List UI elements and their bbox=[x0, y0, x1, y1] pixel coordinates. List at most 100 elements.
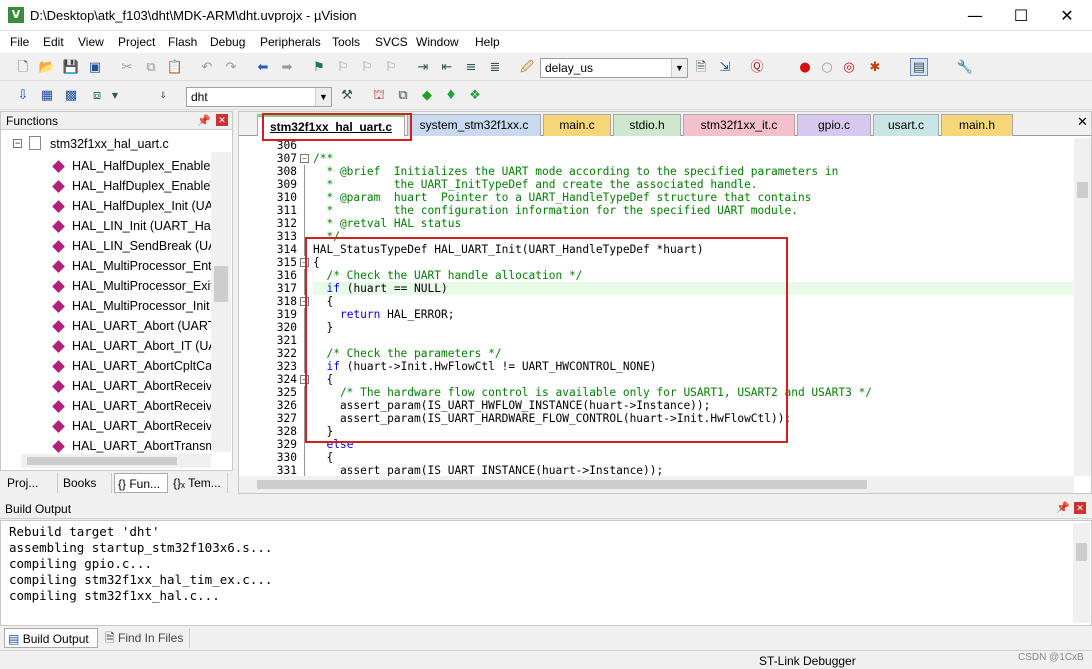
cut-icon[interactable]: ✂ bbox=[118, 59, 136, 77]
disable-breakpoint-icon[interactable]: ○ bbox=[818, 59, 836, 77]
function-list-item[interactable]: HAL_UART_AbortReceive bbox=[1, 416, 213, 436]
window-layout-icon[interactable]: ▤ bbox=[910, 58, 928, 76]
functions-root-file[interactable]: stm32f1xx_hal_uart.c bbox=[50, 137, 169, 151]
batch-build-icon[interactable]: ⧈ bbox=[88, 87, 106, 105]
navigate-back-icon[interactable]: ⬅ bbox=[254, 59, 272, 77]
chevron-down-icon[interactable]: ▼ bbox=[315, 88, 331, 106]
functions-vertical-scrollbar[interactable] bbox=[211, 152, 231, 452]
clear-bookmarks-icon[interactable]: ⚐ bbox=[382, 59, 400, 77]
indent-icon[interactable]: ⇥ bbox=[414, 59, 432, 77]
bookmark-icon[interactable]: ⚑ bbox=[310, 59, 328, 77]
close-icon[interactable]: ✕ bbox=[216, 114, 228, 126]
function-list-item[interactable]: HAL_HalfDuplex_Init (UA bbox=[1, 196, 213, 216]
close-icon[interactable]: ✕ bbox=[1077, 115, 1088, 130]
function-list-item[interactable]: HAL_UART_AbortReceive bbox=[1, 376, 213, 396]
uncomment-icon[interactable]: ≣ bbox=[486, 59, 504, 77]
scroll-thumb[interactable] bbox=[257, 480, 867, 489]
tab-find-in-files[interactable]: 🗎 Find In Files bbox=[102, 628, 190, 648]
function-list-item[interactable]: HAL_UART_AbortTransm bbox=[1, 436, 213, 456]
breakpoint-icon[interactable]: ● bbox=[796, 59, 814, 77]
menu-edit[interactable]: Edit bbox=[43, 35, 64, 49]
menu-window[interactable]: Window bbox=[416, 35, 459, 49]
menu-peripherals[interactable]: Peripherals bbox=[260, 35, 321, 49]
open-folder-icon[interactable]: 📂 bbox=[38, 59, 56, 77]
scroll-thumb[interactable] bbox=[27, 457, 177, 465]
scroll-thumb[interactable] bbox=[1076, 543, 1087, 561]
tab-build-output[interactable]: ▤ Build Output bbox=[4, 628, 98, 648]
target-options-icon[interactable]: ⚒ bbox=[338, 87, 356, 105]
menu-tools[interactable]: Tools bbox=[332, 35, 360, 49]
file-tab[interactable]: stdio.h bbox=[613, 114, 681, 136]
find-icon[interactable]: 🗎 bbox=[692, 59, 710, 77]
collapse-icon[interactable]: − bbox=[13, 139, 22, 148]
file-tab[interactable]: usart.c bbox=[873, 114, 939, 136]
menu-view[interactable]: View bbox=[78, 35, 104, 49]
save-icon[interactable]: 💾 bbox=[62, 59, 80, 77]
function-list-item[interactable]: HAL_MultiProcessor_Init bbox=[1, 296, 213, 316]
editor-vertical-scrollbar[interactable] bbox=[1074, 138, 1091, 476]
unindent-icon[interactable]: ⇤ bbox=[438, 59, 456, 77]
new-file-icon[interactable]: 🗋 bbox=[14, 59, 32, 77]
close-icon[interactable]: ✕ bbox=[1074, 502, 1086, 514]
select-packs-icon[interactable]: ♦ bbox=[442, 87, 460, 105]
editor-horizontal-scrollbar[interactable] bbox=[239, 476, 1074, 493]
build-icon[interactable]: ▦ bbox=[38, 87, 56, 105]
scroll-thumb[interactable] bbox=[1077, 182, 1088, 198]
translate-icon[interactable]: ⇩ bbox=[14, 87, 32, 105]
menu-debug[interactable]: Debug bbox=[210, 35, 245, 49]
minimize-button[interactable]: — bbox=[952, 0, 998, 31]
paste-icon[interactable]: 📋 bbox=[166, 59, 184, 77]
fold-toggle-icon[interactable]: − bbox=[300, 154, 309, 163]
function-list-item[interactable]: HAL_HalfDuplex_EnableT bbox=[1, 176, 213, 196]
debug-session-icon[interactable]: Ⓠ bbox=[748, 59, 766, 77]
function-list-item[interactable]: HAL_UART_AbortCpltCal bbox=[1, 356, 213, 376]
comment-icon[interactable]: ≡ bbox=[462, 59, 480, 77]
function-list-item[interactable]: HAL_UART_Abort (UART bbox=[1, 316, 213, 336]
scroll-thumb[interactable] bbox=[214, 266, 228, 302]
redo-icon[interactable]: ↷ bbox=[222, 59, 240, 77]
functions-horizontal-scrollbar[interactable] bbox=[21, 454, 211, 468]
manage-runtime-icon[interactable]: ❖ bbox=[466, 87, 484, 105]
function-list-item[interactable]: HAL_MultiProcessor_Ent bbox=[1, 256, 213, 276]
build-vertical-scrollbar[interactable] bbox=[1073, 523, 1090, 623]
file-tab[interactable]: main.c bbox=[543, 114, 611, 136]
function-list-item[interactable]: HAL_HalfDuplex_EnableR bbox=[1, 156, 213, 176]
chevron-down-icon[interactable]: ▼ bbox=[106, 87, 124, 105]
file-tab[interactable]: gpio.c bbox=[797, 114, 871, 136]
build-output-text[interactable]: Rebuild target 'dht' assembling startup_s… bbox=[0, 520, 1092, 626]
disable-all-breakpoints-icon[interactable]: ◎ bbox=[840, 59, 858, 77]
function-list-item[interactable]: HAL_LIN_SendBreak (UA bbox=[1, 236, 213, 256]
pin-icon[interactable]: 📌 bbox=[197, 114, 211, 127]
rebuild-icon[interactable]: ▩ bbox=[62, 87, 80, 105]
function-list-item[interactable]: HAL_UART_AbortReceive bbox=[1, 396, 213, 416]
tab-functions[interactable]: {} Fun... bbox=[114, 473, 168, 493]
download-load-icon[interactable]: ⇓ bbox=[154, 87, 172, 105]
file-tab[interactable]: system_stm32f1xx.c bbox=[407, 114, 541, 136]
file-tab[interactable]: main.h bbox=[941, 114, 1013, 136]
function-list-item[interactable]: HAL_MultiProcessor_Exit bbox=[1, 276, 213, 296]
file-extensions-icon[interactable]: ⧉ bbox=[394, 87, 412, 105]
menu-file[interactable]: File bbox=[10, 35, 29, 49]
save-all-icon[interactable]: ▣ bbox=[86, 59, 104, 77]
pack-installer-icon[interactable]: ◆ bbox=[418, 87, 436, 105]
next-bookmark-icon[interactable]: ⚐ bbox=[358, 59, 376, 77]
menu-flash[interactable]: Flash bbox=[168, 35, 197, 49]
target-combo[interactable]: dht ▼ bbox=[186, 87, 332, 107]
function-list-item[interactable]: HAL_UART_Abort_IT (UA bbox=[1, 336, 213, 356]
tab-books[interactable]: Books bbox=[60, 473, 112, 493]
menu-svcs[interactable]: SVCS bbox=[375, 35, 408, 49]
copy-icon[interactable]: ⧉ bbox=[142, 59, 160, 77]
prev-bookmark-icon[interactable]: ⚐ bbox=[334, 59, 352, 77]
maximize-button[interactable]: ☐ bbox=[998, 0, 1044, 31]
tab-project[interactable]: Proj... bbox=[4, 473, 58, 493]
tab-templates[interactable]: {}ₓ Tem... bbox=[170, 473, 228, 493]
chevron-down-icon[interactable]: ▼ bbox=[671, 59, 687, 77]
kill-breakpoints-icon[interactable]: ✱ bbox=[866, 59, 884, 77]
file-tab[interactable]: stm32f1xx_it.c bbox=[683, 114, 795, 136]
find-combo[interactable]: delay_us ▼ bbox=[540, 58, 688, 78]
menu-project[interactable]: Project bbox=[118, 35, 155, 49]
undo-icon[interactable]: ↶ bbox=[198, 59, 216, 77]
manage-project-icon[interactable]: ⛫ bbox=[370, 87, 388, 105]
incremental-find-icon[interactable]: ⇲ bbox=[716, 59, 734, 77]
menu-help[interactable]: Help bbox=[475, 35, 500, 49]
